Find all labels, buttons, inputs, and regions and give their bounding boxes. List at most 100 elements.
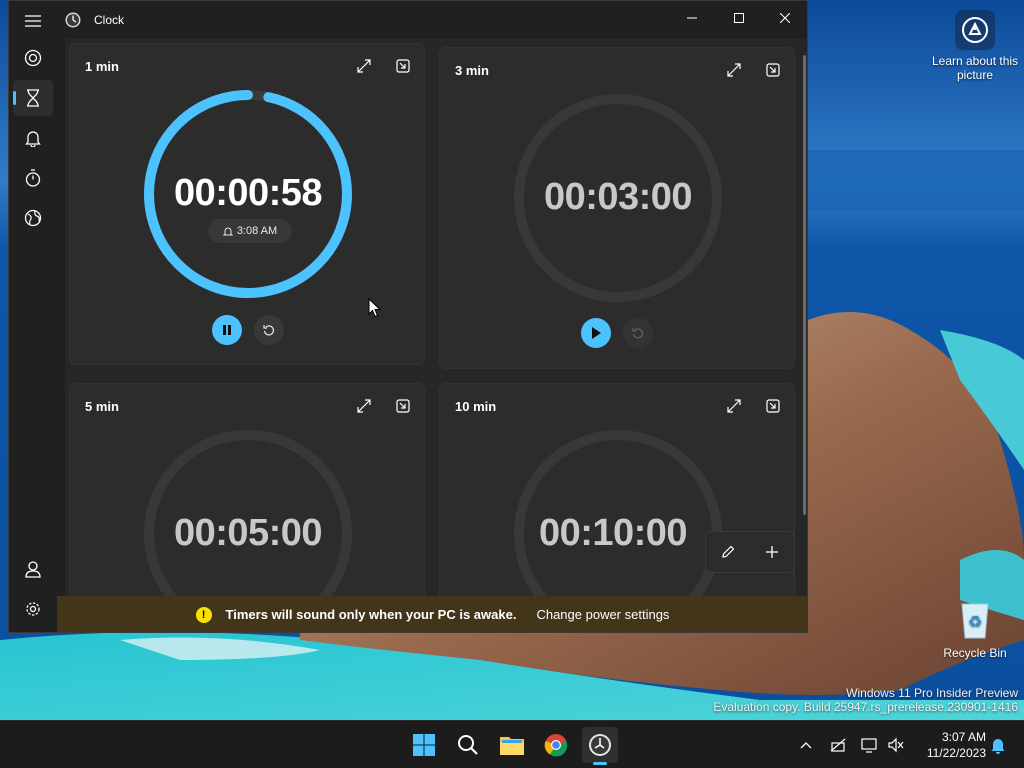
- reset-icon: [263, 325, 275, 336]
- watermark-line-1: Windows 11 Pro Insider Preview: [846, 686, 1018, 700]
- camera-icon: [955, 10, 995, 50]
- globe-icon: [24, 209, 42, 227]
- minimize-icon: [687, 17, 697, 19]
- minimize-button[interactable]: [669, 1, 715, 35]
- clock-icon: [589, 734, 611, 756]
- chrome-icon: [544, 734, 568, 757]
- maximize-button[interactable]: [716, 1, 762, 35]
- hourglass-icon: [27, 89, 39, 107]
- timer-time: 00:05:00: [173, 512, 323, 554]
- keep-on-top-icon: [766, 399, 780, 413]
- play-icon: [592, 327, 601, 339]
- close-icon: [780, 13, 790, 23]
- keep-on-top-icon: [396, 399, 410, 413]
- no-internet-icon: [830, 738, 846, 752]
- tray-volume[interactable]: [884, 733, 908, 757]
- expand-icon: [727, 399, 741, 413]
- nav-world-clock[interactable]: [13, 200, 53, 236]
- reset-button[interactable]: [254, 315, 284, 345]
- edit-timers-button[interactable]: [712, 536, 744, 568]
- notification-button[interactable]: [986, 733, 1010, 757]
- timer-time: 00:03:00: [543, 176, 693, 218]
- plus-icon: [766, 546, 778, 558]
- timer-label: 5 min: [85, 399, 119, 414]
- volume-muted-icon: [888, 737, 904, 753]
- maximize-icon: [734, 13, 744, 23]
- recycle-bin-glyph-icon: ♻: [955, 598, 995, 642]
- windows-logo-icon: [413, 734, 435, 756]
- learn-about-picture-icon[interactable]: Learn about this picture: [930, 10, 1020, 82]
- taskbar-search-button[interactable]: [450, 727, 486, 763]
- nav-account[interactable]: [13, 551, 53, 587]
- bell-icon: [991, 739, 1005, 754]
- watermark-line-2: Evaluation copy. Build 25947.rs_prerelea…: [713, 700, 1018, 714]
- pencil-icon: [722, 545, 735, 558]
- taskbar-file-explorer[interactable]: [494, 727, 530, 763]
- reset-button[interactable]: [623, 318, 653, 348]
- nav-settings[interactable]: [13, 591, 53, 627]
- nav-timer[interactable]: [13, 80, 53, 116]
- reset-icon: [632, 328, 644, 339]
- build-watermark: Windows 11 Pro Insider Preview Evaluatio…: [713, 686, 1018, 714]
- folder-icon: [500, 737, 524, 755]
- warning-icon: !: [195, 606, 212, 623]
- recycle-bin-icon[interactable]: ♻ Recycle Bin: [930, 598, 1020, 660]
- keep-on-top-button[interactable]: [759, 394, 787, 418]
- info-message: Timers will sound only when your PC is a…: [225, 607, 517, 622]
- taskbar-clock-app[interactable]: [582, 727, 618, 765]
- keep-on-top-button[interactable]: [759, 58, 787, 82]
- expand-icon: [727, 63, 741, 77]
- chevron-up-icon: [800, 742, 812, 749]
- clock-window: Clock 1 min 00:00:58 3:08 AM 3 min 00:03…: [8, 0, 808, 633]
- title-bar[interactable]: Clock: [9, 1, 807, 39]
- expand-button[interactable]: [350, 54, 378, 78]
- nav-focus-sessions[interactable]: [13, 40, 53, 76]
- expand-icon: [357, 399, 371, 413]
- stopwatch-icon: [25, 169, 41, 187]
- bell-icon: [222, 227, 233, 235]
- navigation-rail: [9, 1, 57, 632]
- pause-button[interactable]: [212, 315, 242, 345]
- expand-button[interactable]: [350, 394, 378, 418]
- show-hidden-icons-button[interactable]: [794, 733, 818, 757]
- scrollbar[interactable]: [803, 55, 806, 515]
- keep-on-top-button[interactable]: [389, 54, 417, 78]
- keep-on-top-icon: [766, 63, 780, 77]
- timer-time: 00:00:58: [173, 172, 323, 214]
- expand-icon: [357, 59, 371, 73]
- timer-card-2[interactable]: 3 min 00:03:00: [439, 47, 795, 369]
- nav-stopwatch[interactable]: [13, 160, 53, 196]
- end-time: 3:08 AM: [236, 225, 278, 237]
- clock-app-icon: [65, 12, 81, 28]
- add-timer-button[interactable]: [756, 536, 788, 568]
- taskbar: 3:07 AM 11/22/2023: [0, 720, 1024, 768]
- person-icon: [25, 561, 41, 578]
- expand-button[interactable]: [720, 394, 748, 418]
- keep-on-top-icon: [396, 59, 410, 73]
- tray-network[interactable]: [826, 733, 850, 757]
- taskbar-date: 11/22/2023: [926, 746, 986, 760]
- close-button[interactable]: [762, 1, 807, 35]
- timer-label: 10 min: [455, 399, 497, 414]
- change-power-settings-link[interactable]: Change power settings: [536, 607, 669, 622]
- keep-on-top-button[interactable]: [389, 394, 417, 418]
- taskbar-clock[interactable]: 3:07 AM 11/22/2023: [914, 729, 986, 761]
- timer-label: 1 min: [85, 59, 119, 74]
- focus-icon: [24, 49, 42, 67]
- start-button[interactable]: [581, 318, 611, 348]
- expand-button[interactable]: [720, 58, 748, 82]
- end-time-chip: 3:08 AM: [208, 219, 292, 243]
- pause-icon: [223, 325, 231, 335]
- svg-text:♻: ♻: [968, 612, 982, 631]
- gear-icon: [26, 602, 40, 616]
- taskbar-time: 3:07 AM: [941, 730, 986, 744]
- taskbar-chrome[interactable]: [538, 727, 574, 763]
- nav-alarm[interactable]: [13, 120, 53, 156]
- timer-actions-flyout: [705, 531, 795, 573]
- tray-display[interactable]: [858, 733, 882, 757]
- mouse-cursor-icon: [368, 298, 382, 318]
- recycle-bin-label: Recycle Bin: [943, 646, 1007, 660]
- start-button[interactable]: [406, 727, 442, 763]
- monitor-icon: [861, 738, 877, 753]
- learn-about-label: Learn about this picture: [931, 54, 1019, 82]
